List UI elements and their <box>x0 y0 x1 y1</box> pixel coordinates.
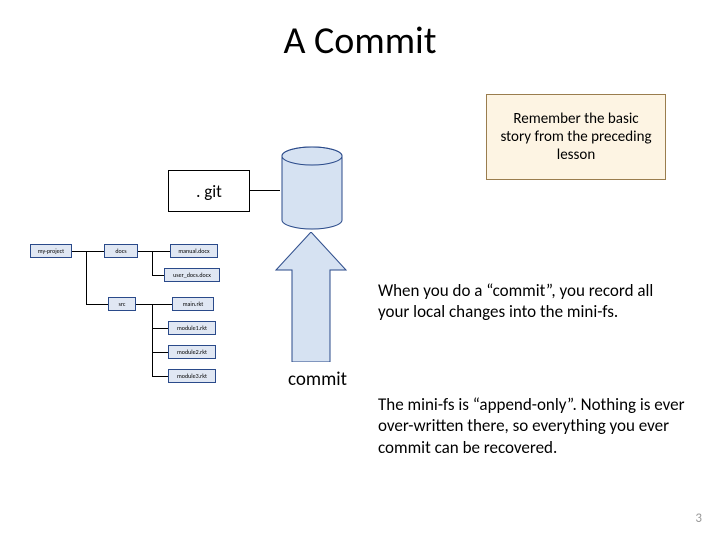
tree-module1: module1.rkt <box>168 321 216 335</box>
tree-docs: docs <box>104 244 138 258</box>
tree-module3: module3.rkt <box>168 369 216 383</box>
edge <box>152 376 168 377</box>
tree-main: main.rkt <box>172 297 214 311</box>
commit-arrow-icon <box>272 232 350 362</box>
tree-module2: module2.rkt <box>168 345 216 359</box>
edge <box>72 251 104 252</box>
tree-src: src <box>108 297 136 311</box>
edge <box>138 251 170 252</box>
paragraph-1: When you do a “commit”, you record all y… <box>378 280 688 323</box>
tree-userdocs: user_docs.docx <box>164 268 220 282</box>
git-to-db-connector <box>250 190 280 191</box>
page-number: 3 <box>695 511 702 526</box>
tree-root: my-project <box>30 244 72 258</box>
git-folder-box: . git <box>168 170 250 212</box>
edge <box>86 251 87 304</box>
edge <box>136 304 172 305</box>
slide-title: A Commit <box>0 18 720 64</box>
edge <box>152 328 168 329</box>
reminder-callout: Remember the basic story from the preced… <box>486 94 666 180</box>
edge <box>152 304 153 376</box>
edge <box>152 352 168 353</box>
edge <box>152 251 153 275</box>
commit-label: commit <box>288 368 347 391</box>
tree-manual: manual.docx <box>170 244 218 258</box>
edge <box>152 275 164 276</box>
edge <box>86 304 108 305</box>
database-icon <box>280 146 344 230</box>
paragraph-2: The mini-fs is “append-only”. Nothing is… <box>378 394 688 458</box>
